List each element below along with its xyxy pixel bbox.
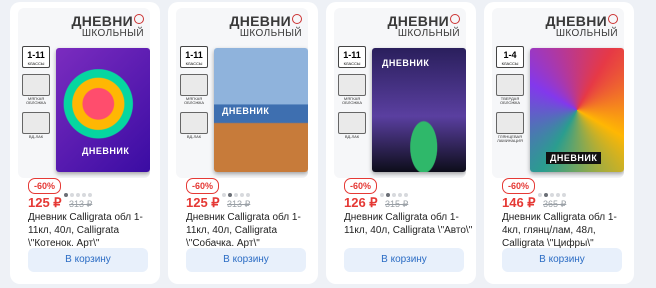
- heart-icon: [292, 14, 302, 24]
- feature-badges: 1-11 КЛАССЫ МЯГКАЯ ОБЛОЖКА ВД-ЛАК: [338, 46, 366, 139]
- product-name[interactable]: Дневник Calligrata обл 1-11кл, 40л, Call…: [344, 211, 474, 237]
- old-price: 365 ₽: [543, 199, 567, 209]
- cover-icon: [22, 74, 50, 96]
- product-card[interactable]: ДНЕВНИ ШКОЛЬНЫЙ 1-11 КЛАССЫ МЯГКАЯ ОБЛОЖК…: [168, 2, 318, 284]
- lacquer-icon: [180, 111, 208, 134]
- lamination-icon: [496, 111, 524, 134]
- image-pagination[interactable]: [222, 184, 252, 197]
- product-image[interactable]: ДНЕВНИ ШКОЛЬНЫЙ 1-4 КЛАССЫ ТВЕРДАЯ ОБЛОЖК…: [492, 8, 624, 178]
- discount-badge: -60%: [28, 178, 62, 194]
- cover-icon: [180, 74, 208, 96]
- product-name[interactable]: Дневник Calligrata обл 1-11кл, 40л, Call…: [28, 211, 158, 250]
- add-to-cart-button[interactable]: В корзину: [502, 248, 622, 272]
- book-title: ДНЕВНИК: [82, 146, 130, 156]
- product-image[interactable]: ДНЕВНИ ШКОЛЬНЫЙ 1-11 КЛАССЫ МЯГКАЯ ОБЛОЖК…: [18, 8, 150, 178]
- add-to-cart-button[interactable]: В корзину: [28, 248, 148, 272]
- feature-label: ГЛЯНЦЕВАЯ ЛАМИНАЦИЯ: [497, 133, 523, 144]
- feature-badges: 1-11 КЛАССЫ МЯГКАЯ ОБЛОЖКА ВД-ЛАК: [180, 46, 208, 139]
- product-name[interactable]: Дневник Calligrata обл 1-4кл, глянц/лам,…: [502, 211, 632, 250]
- image-pagination[interactable]: [538, 184, 568, 197]
- feature-label: ВД-ЛАК: [186, 133, 202, 139]
- book-title: ДНЕВНИК: [546, 152, 602, 164]
- book-cover: ДНЕВНИК: [214, 48, 308, 172]
- price-row: 125 ₽ 313 ₽: [186, 194, 250, 212]
- product-image[interactable]: ДНЕВНИ ШКОЛЬНЫЙ 1-11 КЛАССЫ МЯГКАЯ ОБЛОЖК…: [334, 8, 466, 178]
- grade-badge: 1-11 КЛАССЫ: [338, 46, 366, 68]
- heart-icon: [134, 14, 144, 24]
- heart-icon: [450, 14, 460, 24]
- discount-badge: -60%: [344, 178, 378, 194]
- old-price: 313 ₽: [69, 199, 93, 209]
- feature-label: ТВЕРДАЯ ОБЛОЖКА: [499, 96, 521, 106]
- current-price: 125 ₽: [28, 195, 62, 210]
- product-name[interactable]: Дневник Calligrata обл 1-11кл, 40л, Call…: [186, 211, 316, 250]
- cover-icon: [496, 74, 524, 96]
- cover-icon: [338, 74, 366, 96]
- book-title: ДНЕВНИК: [222, 106, 270, 116]
- current-price: 125 ₽: [186, 195, 220, 210]
- brand-label: ДНЕВНИ ШКОЛЬНЫЙ: [545, 13, 618, 39]
- discount-badge: -60%: [502, 178, 536, 194]
- brand-label: ДНЕВНИ ШКОЛЬНЫЙ: [387, 13, 460, 39]
- feature-badges: 1-11 КЛАССЫ МЯГКАЯ ОБЛОЖКА ВД-ЛАК: [22, 46, 50, 139]
- grade-badge: 1-11 КЛАССЫ: [180, 46, 208, 68]
- book-cover: ДНЕВНИК: [56, 48, 150, 172]
- book-cover: ДНЕВНИК: [372, 48, 466, 172]
- grade-badge: 1-4 КЛАССЫ: [496, 46, 524, 68]
- current-price: 126 ₽: [344, 195, 378, 210]
- price-row: 125 ₽ 313 ₽: [28, 194, 92, 212]
- product-card[interactable]: ДНЕВНИ ШКОЛЬНЫЙ 1-11 КЛАССЫ МЯГКАЯ ОБЛОЖК…: [10, 2, 160, 284]
- brand-label: ДНЕВНИ ШКОЛЬНЫЙ: [71, 13, 144, 39]
- book-cover: ДНЕВНИК: [530, 48, 624, 172]
- old-price: 315 ₽: [385, 199, 409, 209]
- product-card[interactable]: ДНЕВНИ ШКОЛЬНЫЙ 1-11 КЛАССЫ МЯГКАЯ ОБЛОЖК…: [326, 2, 476, 284]
- current-price: 146 ₽: [502, 195, 536, 210]
- feature-label: ВД-ЛАК: [344, 133, 360, 139]
- product-image[interactable]: ДНЕВНИ ШКОЛЬНЫЙ 1-11 КЛАССЫ МЯГКАЯ ОБЛОЖК…: [176, 8, 308, 178]
- price-row: 126 ₽ 315 ₽: [344, 194, 408, 212]
- feature-label: МЯГКАЯ ОБЛОЖКА: [183, 96, 205, 106]
- product-card[interactable]: ДНЕВНИ ШКОЛЬНЫЙ 1-4 КЛАССЫ ТВЕРДАЯ ОБЛОЖК…: [484, 2, 634, 284]
- book-title: ДНЕВНИК: [382, 58, 430, 68]
- heart-icon: [608, 14, 618, 24]
- brand-label: ДНЕВНИ ШКОЛЬНЫЙ: [229, 13, 302, 39]
- old-price: 313 ₽: [227, 199, 251, 209]
- feature-label: МЯГКАЯ ОБЛОЖКА: [25, 96, 47, 106]
- grade-badge: 1-11 КЛАССЫ: [22, 46, 50, 68]
- image-pagination[interactable]: [64, 184, 94, 197]
- feature-label: МЯГКАЯ ОБЛОЖКА: [341, 96, 363, 106]
- feature-label: ВД-ЛАК: [28, 133, 44, 139]
- lacquer-icon: [338, 111, 366, 134]
- discount-badge: -60%: [186, 178, 220, 194]
- add-to-cart-button[interactable]: В корзину: [344, 248, 464, 272]
- lacquer-icon: [22, 111, 50, 134]
- add-to-cart-button[interactable]: В корзину: [186, 248, 306, 272]
- feature-badges: 1-4 КЛАССЫ ТВЕРДАЯ ОБЛОЖКА ГЛЯНЦЕВАЯ ЛАМИ…: [496, 46, 524, 144]
- price-row: 146 ₽ 365 ₽: [502, 194, 566, 212]
- image-pagination[interactable]: [380, 184, 410, 197]
